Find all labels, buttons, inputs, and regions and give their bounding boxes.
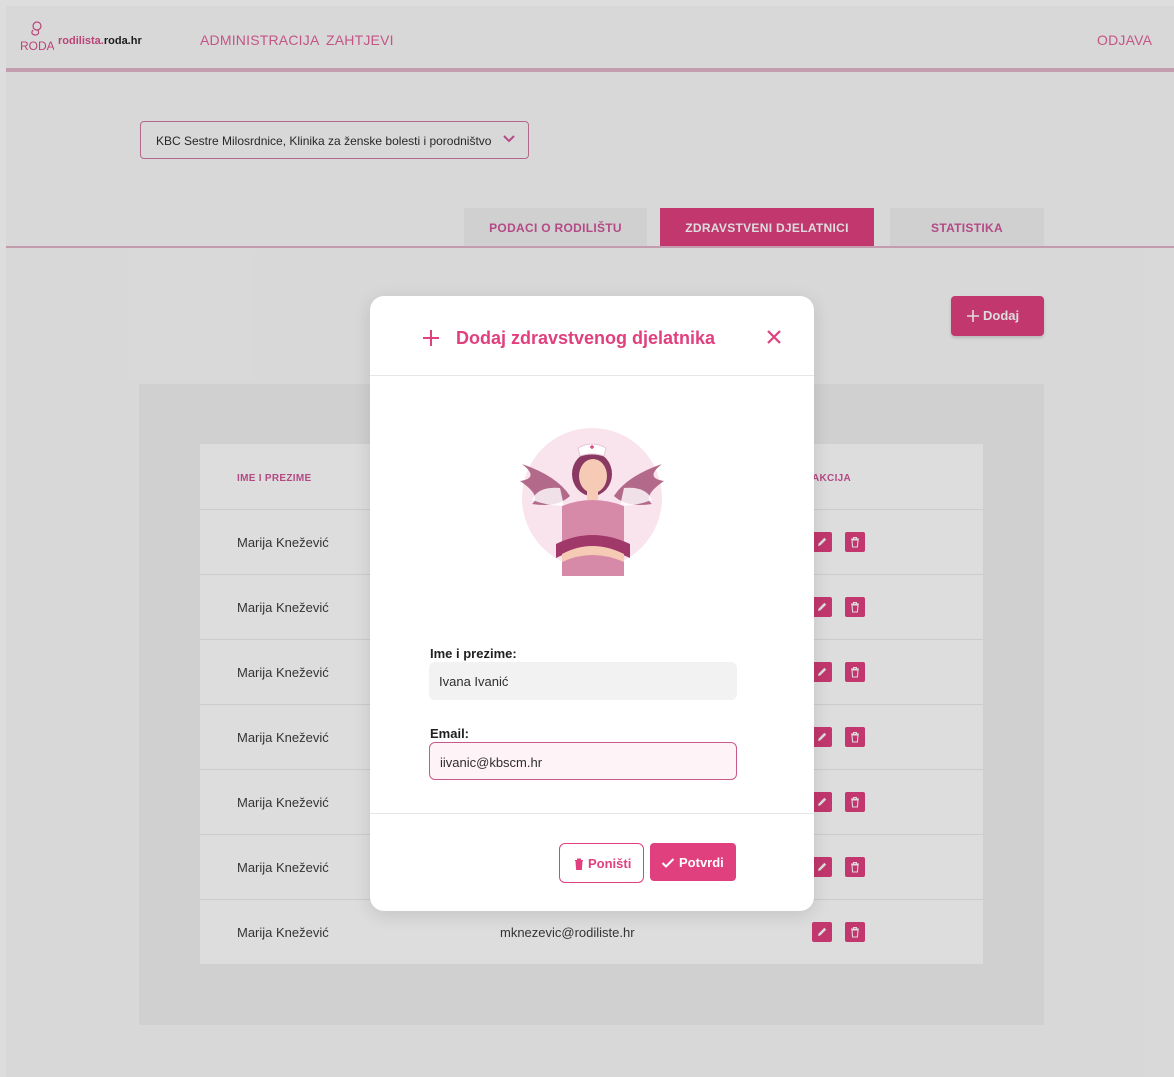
modal-header: Dodaj zdravstvenog djelatnika — [370, 296, 814, 376]
nurse-illustration — [520, 428, 664, 576]
name-field-label: Ime i prezime: — [430, 646, 517, 661]
modal-footer-divider — [370, 813, 814, 814]
close-icon[interactable] — [766, 329, 782, 345]
confirm-button-label: Potvrdi — [679, 855, 724, 870]
email-field-label: Email: — [430, 726, 470, 741]
checkmark-icon — [661, 858, 675, 868]
plus-icon — [423, 330, 439, 346]
cancel-button[interactable]: Poništi — [559, 843, 644, 883]
email-field[interactable]: iivanic@kbscm.hr — [429, 742, 737, 780]
modal-title: Dodaj zdravstvenog djelatnika — [456, 328, 716, 348]
add-staff-modal: Dodaj zdravstvenog djelatnika Ime i prez… — [370, 296, 814, 911]
name-field[interactable]: Ivana Ivanić — [429, 662, 737, 700]
trash-icon — [575, 858, 583, 870]
cancel-button-label: Poništi — [588, 856, 632, 871]
confirm-button[interactable]: Potvrdi — [650, 843, 736, 881]
